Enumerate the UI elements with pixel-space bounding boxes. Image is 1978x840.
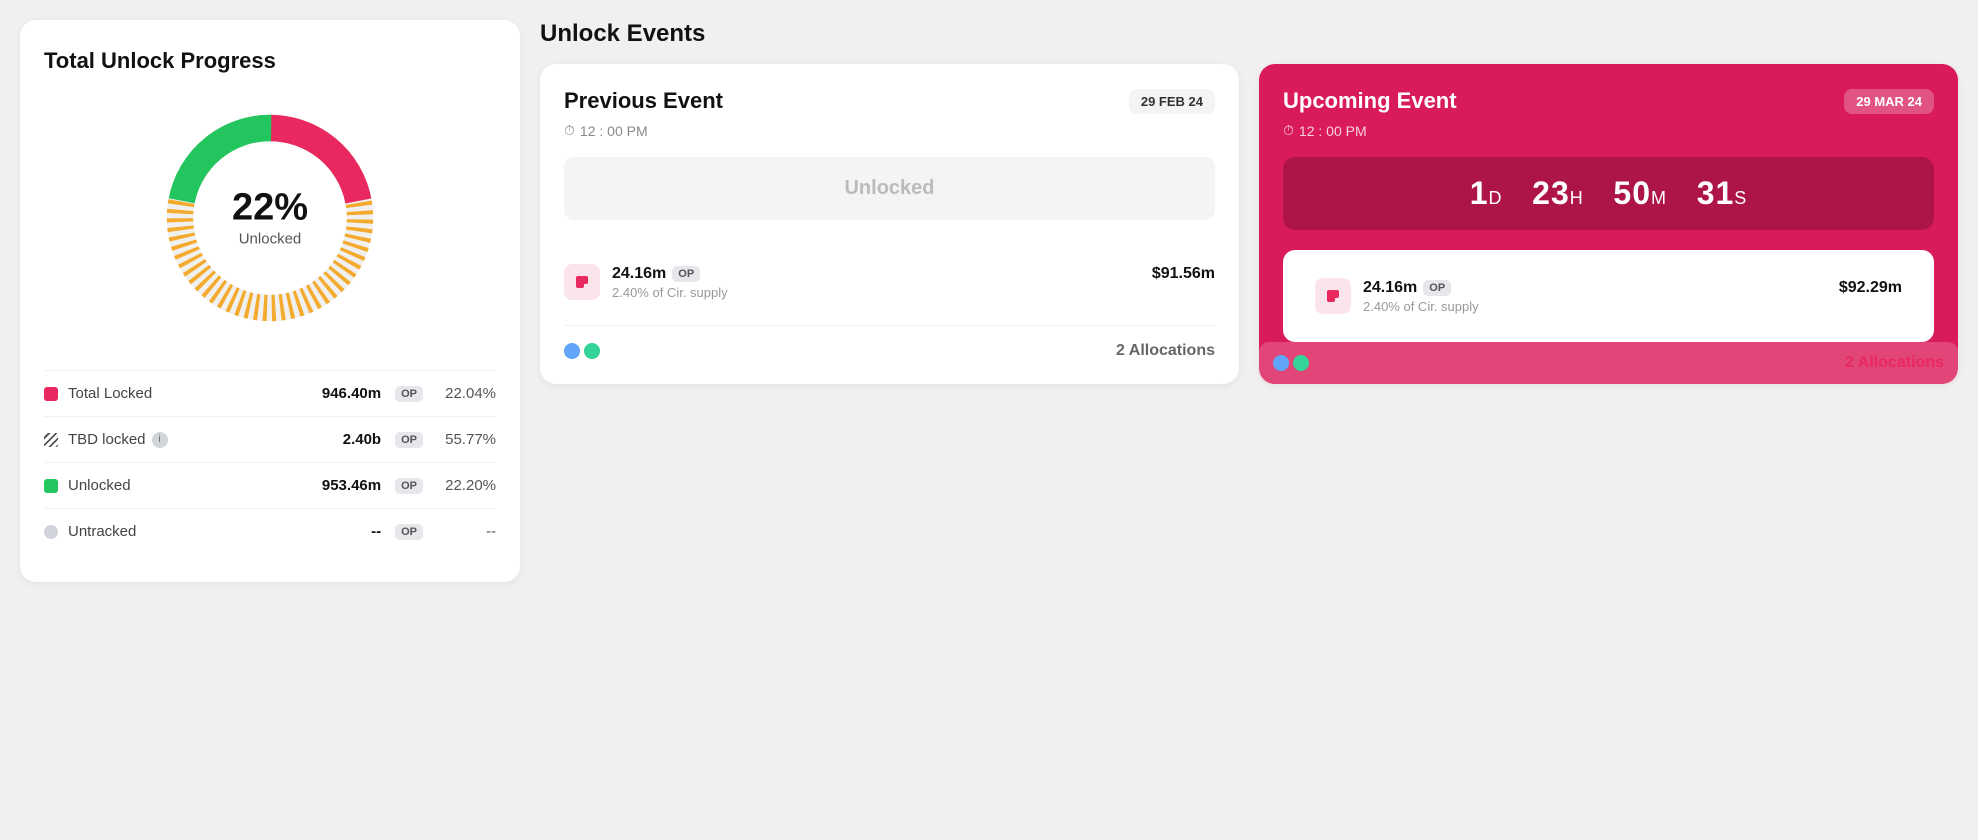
prev-event-footer: 2 Allocations (564, 325, 1215, 360)
upcoming-alloc-section: 24.16m OP $92.29m 2.40% of Cir. supply (1283, 250, 1934, 342)
upcoming-event-card: Upcoming Event 29 MAR 24 ⏱ 12 : 00 PM 1D… (1259, 64, 1958, 384)
legend-pct-unlocked: 22.20% (441, 477, 496, 494)
prev-event-header: Previous Event 29 FEB 24 (564, 88, 1215, 114)
upcoming-dot-blue (1273, 355, 1289, 371)
legend-value-locked: 946.40m (322, 385, 381, 402)
hours-unit: H (1570, 188, 1584, 208)
upcoming-alloc-amount-row: 24.16m OP $92.29m (1363, 279, 1902, 297)
legend-value-tbd: 2.40b (343, 431, 381, 448)
unlocked-status-btn: Unlocked (564, 157, 1215, 220)
donut-center: 22% Unlocked (232, 189, 308, 248)
legend-name-untracked: Untracked (68, 523, 361, 540)
op-badge-unlocked: OP (395, 478, 423, 494)
upcoming-clock-icon: ⏱ (1283, 122, 1294, 139)
countdown-hours: 23 (1532, 175, 1570, 211)
upcoming-optimism-icon (1323, 286, 1343, 306)
tbd-info-icon[interactable]: i (152, 432, 168, 448)
clock-icon: ⏱ (564, 122, 575, 139)
legend-pct-tbd: 55.77% (441, 431, 496, 448)
seconds-unit: S (1734, 188, 1747, 208)
prev-alloc-icon (564, 264, 600, 300)
legend-pct-untracked: -- (441, 523, 496, 540)
panel-title: Total Unlock Progress (44, 48, 496, 74)
countdown-days: 1 (1470, 175, 1489, 211)
legend-name-unlocked: Unlocked (68, 477, 312, 494)
upcoming-event-date: 29 MAR 24 (1844, 89, 1934, 114)
prev-event-title: Previous Event (564, 88, 723, 114)
legend-row-untracked: Untracked -- OP -- (44, 508, 496, 554)
upcoming-event-footer: 2 Allocations (1259, 342, 1958, 384)
prev-alloc-label[interactable]: 2 Allocations (1116, 342, 1215, 360)
events-row: Previous Event 29 FEB 24 ⏱ 12 : 00 PM Un… (540, 64, 1958, 384)
dot-blue (564, 343, 580, 359)
upcoming-dot-green (1293, 355, 1309, 371)
legend-row-total-locked: Total Locked 946.40m OP 22.04% (44, 370, 496, 416)
op-badge-untracked: OP (395, 524, 423, 540)
legend-name-tbd: TBD locked i (68, 431, 333, 448)
countdown-seconds: 31 (1697, 175, 1735, 211)
upcoming-alloc-dots (1273, 355, 1309, 371)
upcoming-alloc-usd: $92.29m (1839, 279, 1902, 297)
countdown-box: 1D 23H 50M 31S (1283, 157, 1934, 230)
upcoming-alloc-wrapper: 24.16m OP $92.29m 2.40% of Cir. supply (1299, 266, 1918, 326)
legend-row-unlocked: Unlocked 953.46m OP 22.20% (44, 462, 496, 508)
upcoming-alloc-badge: OP (1423, 280, 1451, 296)
legend-name-locked: Total Locked (68, 385, 312, 402)
upcoming-event-time: ⏱ 12 : 00 PM (1283, 122, 1934, 139)
countdown-text: 1D 23H 50M 31S (1470, 175, 1748, 211)
upcoming-alloc-icon (1315, 278, 1351, 314)
op-badge-tbd: OP (395, 432, 423, 448)
upcoming-alloc-supply: 2.40% of Cir. supply (1363, 299, 1902, 314)
upcoming-event-title: Upcoming Event (1283, 88, 1457, 114)
legend-dot-locked (44, 387, 58, 401)
legend-row-tbd: TBD locked i 2.40b OP 55.77% (44, 416, 496, 462)
countdown-minutes: 50 (1613, 175, 1651, 211)
legend-dot-tbd (44, 433, 58, 447)
upcoming-alloc-item: 24.16m OP $92.29m 2.40% of Cir. supply (1315, 266, 1902, 326)
minutes-unit: M (1651, 188, 1667, 208)
prev-alloc-section: 24.16m OP $91.56m 2.40% of Cir. supply (564, 240, 1215, 325)
legend-dot-unlocked (44, 479, 58, 493)
prev-alloc-amount-row: 24.16m OP $91.56m (612, 265, 1215, 283)
dot-green (584, 343, 600, 359)
legend-value-unlocked: 953.46m (322, 477, 381, 494)
total-unlock-panel: Total Unlock Progress 22% Unlocked Total… (20, 20, 520, 582)
optimism-icon (572, 272, 592, 292)
legend-value-untracked: -- (371, 523, 381, 540)
donut-label: Unlocked (232, 231, 308, 248)
upcoming-event-header: Upcoming Event 29 MAR 24 (1283, 88, 1934, 114)
unlock-events-title: Unlock Events (540, 20, 1958, 48)
legend-dot-untracked (44, 525, 58, 539)
prev-alloc-amount: 24.16m (612, 265, 666, 283)
right-section: Unlock Events Previous Event 29 FEB 24 ⏱… (540, 20, 1958, 384)
prev-alloc-item: 24.16m OP $91.56m 2.40% of Cir. supply (564, 252, 1215, 312)
prev-alloc-dots (564, 343, 600, 359)
legend-pct-locked: 22.04% (441, 385, 496, 402)
upcoming-alloc-info: 24.16m OP $92.29m 2.40% of Cir. supply (1363, 279, 1902, 314)
prev-event-date: 29 FEB 24 (1129, 89, 1215, 114)
legend-rows: Total Locked 946.40m OP 22.04% TBD locke… (44, 370, 496, 554)
donut-chart-container: 22% Unlocked (44, 98, 496, 338)
upcoming-alloc-amount: 24.16m (1363, 279, 1417, 297)
prev-alloc-info: 24.16m OP $91.56m 2.40% of Cir. supply (612, 265, 1215, 300)
previous-event-card: Previous Event 29 FEB 24 ⏱ 12 : 00 PM Un… (540, 64, 1239, 384)
upcoming-alloc-label[interactable]: 2 Allocations (1845, 354, 1944, 372)
prev-alloc-supply: 2.40% of Cir. supply (612, 285, 1215, 300)
prev-alloc-usd: $91.56m (1152, 265, 1215, 283)
days-unit: D (1488, 188, 1502, 208)
donut-percent: 22% (232, 189, 308, 227)
op-badge-locked: OP (395, 386, 423, 402)
prev-event-time: ⏱ 12 : 00 PM (564, 122, 1215, 139)
prev-alloc-badge: OP (672, 266, 700, 282)
